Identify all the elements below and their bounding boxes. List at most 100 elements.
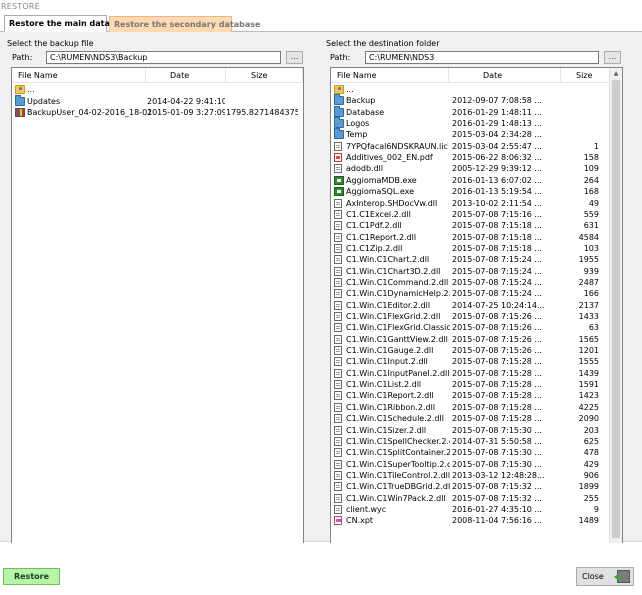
file-icon bbox=[334, 357, 342, 367]
file-name-cell: C1.Win.C1SplitContainer.2.dll bbox=[346, 448, 450, 458]
column-header-size[interactable]: Size bbox=[226, 68, 303, 83]
file-name-cell: AxInterop.SHDocVw.dll bbox=[346, 198, 438, 208]
list-item[interactable]: C1.Win.C1Input.2.dll 2015-07-08 7:15:28 .… bbox=[331, 356, 622, 367]
column-header-date[interactable]: Date bbox=[449, 68, 561, 83]
file-size-cell: 625 bbox=[583, 436, 599, 446]
list-item[interactable]: C1.Win.C1List.2.dll 2015-07-08 7:15:28 ..… bbox=[331, 379, 622, 390]
pdf-icon bbox=[334, 153, 342, 163]
tab-restore-main[interactable]: Restore the main database bbox=[4, 15, 131, 32]
column-header-file-name[interactable]: File Name bbox=[331, 68, 449, 83]
tab-restore-secondary[interactable]: Restore the secondary database bbox=[109, 16, 260, 32]
column-header-size[interactable]: Size bbox=[561, 68, 610, 83]
file-date-cell: 2016-01-27 4:35:10 ... bbox=[452, 504, 543, 514]
file-date-cell: 2016-01-29 1:48:13 ... bbox=[452, 119, 543, 129]
list-item[interactable]: Backup 2012-09-07 7:08:58 ... bbox=[331, 94, 622, 106]
destination-list-scrollbar[interactable]: ▲ ▼ bbox=[609, 68, 622, 563]
file-date-cell: 2013-03-12 12:48:28... bbox=[452, 470, 545, 480]
file-name-cell: 7YPQfacal6NDSKRAUN.lic bbox=[346, 141, 448, 151]
file-size-cell: 1 bbox=[593, 141, 599, 151]
file-icon bbox=[334, 414, 342, 424]
file-icon bbox=[334, 289, 342, 299]
list-item[interactable]: C1.Win.C1Report.2.dll 2015-07-08 7:15:28 … bbox=[331, 390, 622, 401]
file-icon bbox=[334, 448, 342, 458]
folder-icon bbox=[334, 117, 344, 129]
file-size-cell: 1565 bbox=[578, 334, 599, 344]
list-item[interactable]: ... bbox=[331, 84, 622, 95]
file-date-cell: 2015-07-08 7:15:24 ... bbox=[452, 266, 543, 276]
list-item[interactable]: C1.Win.C1Command.2.dll 2015-07-08 7:15:24… bbox=[331, 277, 622, 288]
backup-path-input[interactable]: C:\RUMEN\NDS3\Backup bbox=[46, 51, 281, 64]
destination-browse-button[interactable]: ... bbox=[604, 51, 621, 64]
list-item[interactable]: AggiomaSQL.exe 2016-01-13 5:19:54 ... 168 bbox=[331, 186, 622, 197]
list-item[interactable]: Database 2016-01-29 1:48:11 ... bbox=[331, 105, 622, 118]
list-item[interactable]: C1.Win.C1FlexGrid.2.dll 2015-07-08 7:15:2… bbox=[331, 311, 622, 322]
file-size-cell: 478 bbox=[583, 448, 599, 458]
list-item[interactable]: C1.Win.C1TileControl.2.dll 2013-03-12 12:… bbox=[331, 470, 622, 481]
list-item[interactable]: C1.Win.C1Gauge.2.dll 2015-07-08 7:15:26 .… bbox=[331, 345, 622, 356]
file-name-cell: C1.Win.C1Report.2.dll bbox=[346, 391, 434, 401]
list-item[interactable]: C1.C1Zip.2.dll 2015-07-08 7:15:18 ... 103 bbox=[331, 243, 622, 254]
list-item[interactable]: C1.C1Excel.2.dll 2015-07-08 7:15:16 ... 55… bbox=[331, 209, 622, 220]
list-item[interactable]: C1.Win.C1Editor.2.dll 2014-07-25 10:24:14… bbox=[331, 300, 622, 311]
destination-file-list[interactable]: File Name Date Size ... Backup 2012-09-07 … bbox=[330, 67, 623, 564]
list-item[interactable]: C1.Win.C1Schedule.2.dll 2015-07-08 7:15:2… bbox=[331, 413, 622, 424]
file-date-cell: 2015-07-08 7:15:32 ... bbox=[452, 493, 543, 503]
file-size-cell: 4584 bbox=[578, 232, 599, 242]
list-item[interactable]: C1.C1Pdf.2.dll 2015-07-08 7:15:18 ... 631 bbox=[331, 220, 622, 231]
list-item[interactable]: C1.Win.C1Win7Pack.2.dll 2015-07-08 7:15:3… bbox=[331, 493, 622, 504]
column-header-date[interactable]: Date bbox=[146, 68, 226, 83]
file-date-cell: 2015-07-08 7:15:30 ... bbox=[452, 448, 543, 458]
file-name-cell: Database bbox=[346, 107, 385, 117]
file-name-cell: C1.C1Excel.2.dll bbox=[346, 209, 411, 219]
file-icon bbox=[334, 221, 342, 231]
file-date-cell: 2015-03-04 2:55:47 ... bbox=[452, 141, 543, 151]
file-name-cell: C1.Win.C1TileControl.2.dll bbox=[346, 470, 450, 480]
list-item[interactable]: Logos 2016-01-29 1:48:13 ... bbox=[331, 117, 622, 129]
file-date-cell: 2015-07-08 7:15:28 ... bbox=[452, 391, 543, 401]
file-date-cell: 2015-07-08 7:15:30 ... bbox=[452, 425, 543, 435]
list-item[interactable]: C1.Win.C1InputPanel.2.dll 2015-07-08 7:15… bbox=[331, 368, 622, 379]
list-item[interactable]: C1.Win.C1SuperTooltip.2.dll 2015-07-08 7:… bbox=[331, 459, 622, 470]
list-item[interactable]: client.wyc 2016-01-27 4:35:10 ... 9 bbox=[331, 504, 622, 515]
file-name-cell: AggiomaMDB.exe bbox=[346, 175, 417, 185]
file-name-cell: C1.Win.C1Sizer.2.dll bbox=[346, 425, 427, 435]
list-item[interactable]: C1.Win.C1Chart3D.2.dll 2015-07-08 7:15:24… bbox=[331, 266, 622, 277]
list-item[interactable]: C1.Win.C1DynamicHelp.2.dll 2015-07-08 7:1… bbox=[331, 288, 622, 299]
list-item[interactable]: Temp 2015-03-04 2:34:28 ... bbox=[331, 128, 622, 140]
list-item[interactable]: C1.Win.C1Ribbon.2.dll 2015-07-08 7:15:28 … bbox=[331, 402, 622, 413]
list-item[interactable]: BackupUser_04-02-2016_18-01.zip2015-01-0… bbox=[12, 107, 303, 118]
file-date-cell: 2014-07-31 5:50:58 ... bbox=[452, 436, 543, 446]
restore-button[interactable]: Restore bbox=[3, 568, 60, 585]
list-item[interactable]: 7YPQfacal6NDSKRAUN.lic 2015-03-04 2:55:47… bbox=[331, 141, 622, 152]
list-item[interactable]: C1.Win.C1GanttView.2.dll 2015-07-08 7:15:… bbox=[331, 334, 622, 345]
file-icon bbox=[334, 323, 342, 333]
file-name-cell: Logos bbox=[346, 119, 370, 129]
list-item[interactable]: C1.Win.C1Sizer.2.dll 2015-07-08 7:15:30 .… bbox=[331, 425, 622, 436]
scroll-up-arrow-icon[interactable]: ▲ bbox=[610, 68, 622, 80]
destination-path-input[interactable]: C:\RUMEN\NDS3 bbox=[365, 51, 599, 64]
list-item[interactable]: C1.Win.C1SplitContainer.2.dll2015-07-08 … bbox=[331, 447, 622, 458]
list-item[interactable]: C1.Win.C1SpellChecker.2.dll 2014-07-31 5:… bbox=[331, 436, 622, 447]
list-item[interactable]: AggiomaMDB.exe 2016-01-13 6:07:02 ... 264 bbox=[331, 175, 622, 186]
column-header-file-name[interactable]: File Name bbox=[12, 68, 146, 83]
file-date-cell: 2015-07-08 7:15:28 ... bbox=[452, 402, 543, 412]
list-item[interactable]: C1.C1Report.2.dll 2015-07-08 7:15:18 ... 4… bbox=[331, 232, 622, 243]
list-item[interactable]: adodb.dll 2005-12-29 9:39:12 ... 109 bbox=[331, 163, 622, 174]
scroll-thumb[interactable] bbox=[612, 80, 620, 538]
file-date-cell: 2012-09-07 7:08:58 ... bbox=[452, 96, 543, 106]
list-item[interactable]: AxInterop.SHDocVw.dll 2013-10-02 2:11:54 … bbox=[331, 198, 622, 209]
file-icon bbox=[334, 493, 342, 503]
backup-browse-button[interactable]: ... bbox=[286, 51, 303, 64]
list-item[interactable]: Additives_002_EN.pdf 2015-06-22 8:06:32 .… bbox=[331, 152, 622, 163]
file-name-cell: C1.C1Report.2.dll bbox=[346, 232, 417, 242]
list-item[interactable]: Updates 2014-04-22 9:41:10 ... bbox=[12, 94, 303, 107]
list-item[interactable]: C1.Win.C1TrueDBGrid.2.dll 2015-07-08 7:15… bbox=[331, 481, 622, 492]
close-button[interactable]: Close bbox=[576, 567, 634, 586]
list-item[interactable]: ... bbox=[12, 84, 303, 95]
backup-file-list[interactable]: File Name Date Size ... Updates 2014-04-22… bbox=[11, 67, 304, 564]
file-size-cell: 939 bbox=[583, 266, 599, 276]
list-item[interactable]: C1.Win.C1Chart.2.dll 2015-07-08 7:15:24 .… bbox=[331, 254, 622, 265]
list-item[interactable]: C1.Win.C1FlexGrid.Classic.2....2015-07-0… bbox=[331, 322, 622, 333]
file-date-cell: 2014-07-25 10:24:14... bbox=[452, 300, 545, 310]
list-item[interactable]: CN.xpt 2008-11-04 7:56:16 ... 1489 bbox=[331, 515, 622, 526]
